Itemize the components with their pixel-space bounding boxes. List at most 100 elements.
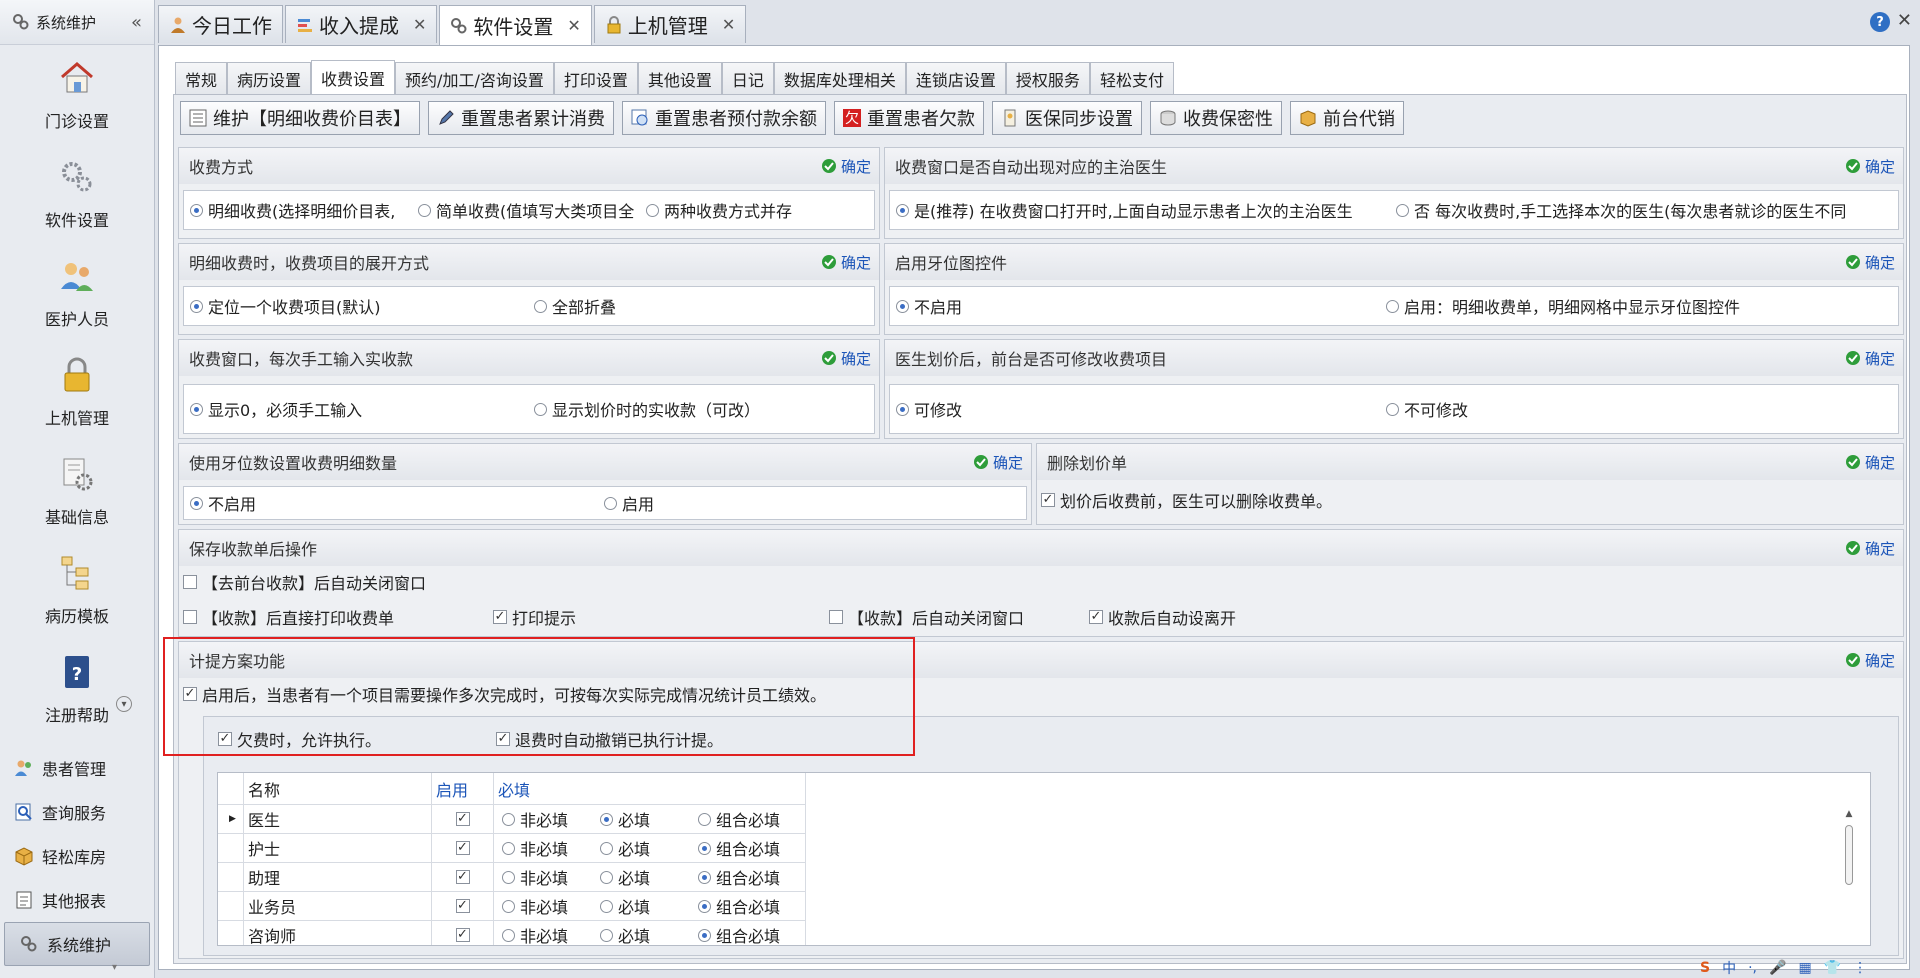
sidebar-item-system-maintenance[interactable]: 系统维护 [4,922,150,966]
help-icon[interactable]: ? [1870,12,1890,32]
radio-required-2[interactable]: 组合必填 [698,807,780,831]
sub-tab-4[interactable]: 打印设置 [553,62,638,94]
radio-required-0[interactable]: 非必填 [502,894,568,918]
sub-tab-7[interactable]: 数据库处理相关 [773,62,906,94]
radio-required-1[interactable]: 必填 [600,807,650,831]
radio-required-2[interactable]: 组合必填 [698,894,780,918]
radio-required-1[interactable]: 必填 [600,836,650,860]
sidebar-item-clinic-settings[interactable]: 门诊设置 [0,45,154,144]
radio-required-1[interactable]: 必填 [600,865,650,889]
reset-prepaid-balance-button[interactable]: 重置患者预付款余额 [622,101,826,135]
ime-lang-icon[interactable]: 中 [1722,958,1736,978]
confirm-button[interactable]: 确定 [821,252,871,273]
check-print-prompt[interactable]: ✓ 打印提示 [493,605,576,629]
sidebar-item-storage[interactable]: 轻松库房 [0,834,154,878]
ime-punct-icon[interactable]: ·, [1748,960,1757,976]
insurance-sync-button[interactable]: 医保同步设置 [992,101,1142,135]
table-row[interactable]: 助理 ✓ 非必填 必填 组合必填 [218,863,806,892]
radio-show-price-amount[interactable]: 显示划价时的实收款（可改） [534,397,760,421]
sidebar-item-medical-staff[interactable]: 医护人员 [0,243,154,342]
sidebar-item-patients[interactable]: 患者管理 [0,746,154,790]
check-enable-commission[interactable]: ✓ 启用后，当患者有一个项目需要操作多次完成时，可按每次实际完成情况统计员工绩效。 [183,682,826,706]
confirm-button[interactable]: 确定 [1845,348,1895,369]
sub-tab-8[interactable]: 连锁店设置 [905,62,1006,94]
close-icon[interactable]: ✕ [567,16,580,35]
confirm-button[interactable]: 确定 [1845,452,1895,473]
tab-terminal-management[interactable]: 上机管理 ✕ [593,5,747,43]
sub-tab-9[interactable]: 授权服务 [1005,62,1090,94]
check-front-desk-close[interactable]: 【去前台收款】后自动关闭窗口 [183,570,426,594]
radio-required-0[interactable]: 非必填 [502,836,568,860]
radio-cannot-modify[interactable]: 不可修改 [1386,397,1468,421]
radio-tooth-disable[interactable]: 不启用 [896,294,962,318]
radio-auto-doctor-yes[interactable]: 是(推荐) 在收费窗口打开时,上面自动显示患者上次的主治医生 [896,198,1396,222]
confirm-button[interactable]: 确定 [973,452,1023,473]
check-revoke-on-refund[interactable]: ✓ 退费时自动撤销已执行计提。 [496,727,723,751]
confirm-button[interactable]: 确定 [1845,538,1895,559]
charge-privacy-button[interactable]: 收费保密性 [1150,101,1282,135]
row-enable-check[interactable]: ✓ [432,863,494,892]
collapse-icon[interactable]: « [131,12,142,33]
ime-logo-icon[interactable]: S [1700,960,1710,976]
radio-required-2[interactable]: 组合必填 [698,923,780,945]
ime-keyboard-icon[interactable]: ▦ [1798,960,1811,976]
ime-skin-icon[interactable]: 👕 [1824,960,1841,976]
radio-required-1[interactable]: 必填 [600,923,650,945]
sidebar-item-query[interactable]: 查询服务 [0,790,154,834]
grid-header-enable[interactable]: 启用 [432,773,494,805]
reset-total-spending-button[interactable]: 重置患者累计消费 [428,101,614,135]
scroll-thumb[interactable] [1845,825,1853,885]
grid-scrollbar[interactable]: ▲ ▼ [1842,809,1856,945]
sidebar-item-basic-info[interactable]: 基础信息 [0,441,154,540]
row-enable-check[interactable]: ✓ [432,834,494,863]
maintain-price-list-button[interactable]: 维护【明细收费价目表】 [180,101,420,135]
sub-tab-6[interactable]: 日记 [721,62,774,94]
confirm-button[interactable]: 确定 [1845,650,1895,671]
sidebar-item-terminal-management[interactable]: 上机管理 [0,342,154,441]
check-doctor-delete-bill[interactable]: ✓ 划价后收费前，医生可以删除收费单。 [1041,488,1332,512]
row-enable-check[interactable]: ✓ [432,921,494,945]
radio-auto-doctor-no[interactable]: 否 每次收费时,手工选择本次的医生(每次患者就诊的医生不同 [1396,198,1896,222]
sub-tab-0[interactable]: 常规 [175,62,228,94]
reset-debt-button[interactable]: 欠重置患者欠款 [834,101,984,135]
scroll-up-icon[interactable]: ▲ [1842,809,1856,819]
check-auto-close[interactable]: 【收款】后自动关闭窗口 [829,605,1024,629]
table-row[interactable]: 业务员 ✓ 非必填 必填 组合必填 [218,892,806,921]
radio-tooth-count-disable[interactable]: 不启用 [190,491,256,515]
front-desk-consignment-button[interactable]: 前台代销 [1290,101,1404,135]
tab-today-work[interactable]: 今日工作 [158,5,283,43]
radio-simple-charge[interactable]: 简单收费(值填写大类项目全 [418,198,634,222]
window-close-icon[interactable]: ✕ [1897,10,1912,31]
sub-tab-5[interactable]: 其他设置 [637,62,722,94]
radio-show-zero[interactable]: 显示0，必须手工输入 [190,397,362,421]
ime-more-icon[interactable]: ⋮ [1853,960,1867,976]
sidebar-item-record-templates[interactable]: 病历模板 [0,540,154,639]
confirm-button[interactable]: 确定 [1845,252,1895,273]
radio-collapse-all[interactable]: 全部折叠 [534,294,616,318]
confirm-button[interactable]: 确定 [821,348,871,369]
sub-tab-3[interactable]: 预约/加工/咨询设置 [395,62,554,94]
radio-detail-charge[interactable]: 明细收费(选择明细价目表, [190,198,395,222]
check-allow-on-debt[interactable]: ✓ 欠费时，允许执行。 [218,727,381,751]
close-icon[interactable]: ✕ [413,15,426,34]
sidebar-item-registration-help[interactable]: ? 注册帮助 [0,639,154,738]
radio-can-modify[interactable]: 可修改 [896,397,962,421]
radio-required-2[interactable]: 组合必填 [698,865,780,889]
table-row[interactable]: ▶ 医生 ✓ 非必填 必填 组合必填 [218,805,806,834]
tab-software-settings[interactable]: 软件设置 ✕ [439,5,592,45]
grid-header-required[interactable]: 必填 [494,773,806,805]
close-icon[interactable]: ✕ [722,15,735,34]
confirm-button[interactable]: 确定 [821,156,871,177]
sidebar-item-software-settings[interactable]: 软件设置 [0,144,154,243]
radio-tooth-enable[interactable]: 启用：明细收费单，明细网格中显示牙位图控件 [1386,294,1740,318]
radio-locate-one[interactable]: 定位一个收费项目(默认) [190,294,381,318]
radio-required-0[interactable]: 非必填 [502,923,568,945]
radio-both-charge[interactable]: 两种收费方式并存 [644,198,793,222]
radio-required-2[interactable]: 组合必填 [698,836,780,860]
confirm-button[interactable]: 确定 [1845,156,1895,177]
expand-chevron-icon[interactable]: ▾ [116,696,132,712]
sidebar-item-reports[interactable]: 其他报表 [0,878,154,922]
table-row[interactable]: 咨询师 ✓ 非必填 必填 组合必填 [218,921,806,945]
tab-income-commission[interactable]: 收入提成 ✕ [285,5,438,43]
radio-required-1[interactable]: 必填 [600,894,650,918]
